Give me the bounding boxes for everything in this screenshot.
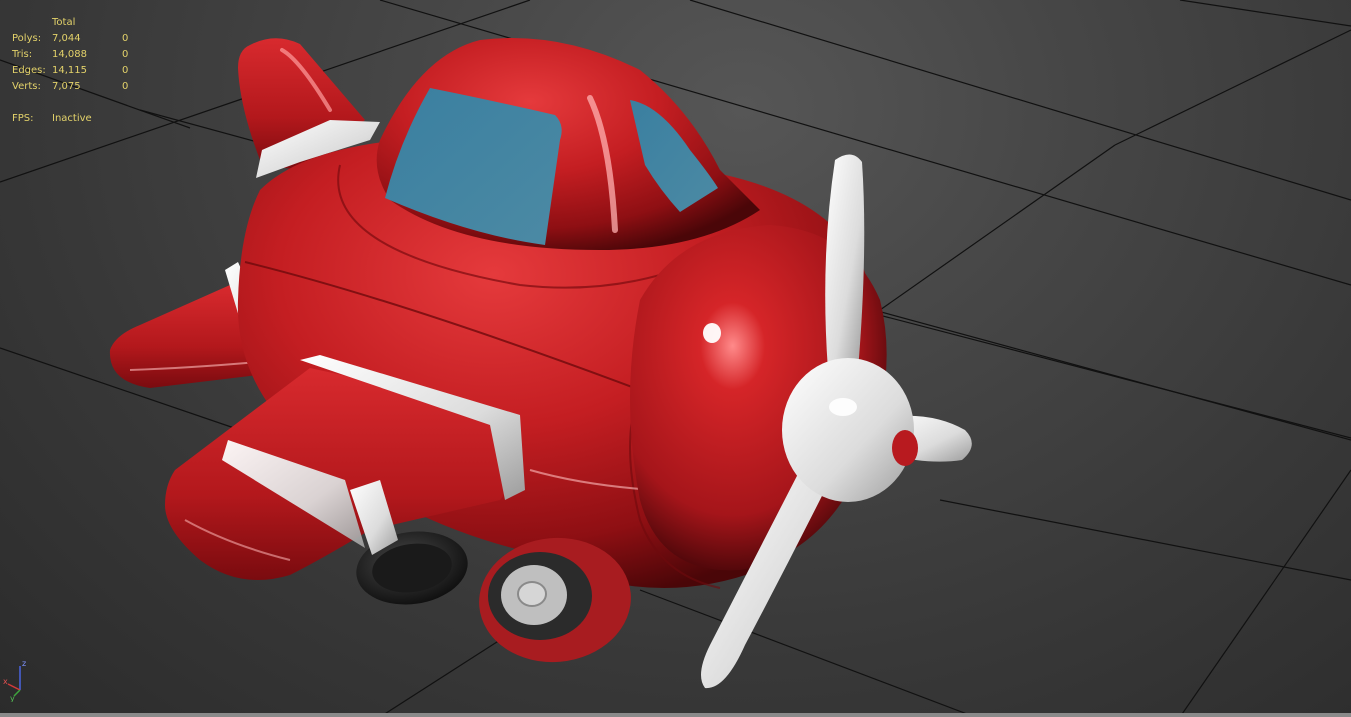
stats-total: 14,088 xyxy=(52,49,87,60)
stats-selected: 0 xyxy=(122,33,129,44)
stats-total: 7,044 xyxy=(52,33,81,44)
stats-label: Polys: xyxy=(12,33,42,44)
fps-label: FPS: xyxy=(12,113,34,124)
stats-label: Verts: xyxy=(12,81,41,92)
x-axis-label: x xyxy=(3,677,8,686)
y-axis-line xyxy=(13,689,21,697)
viewport-bottom-border xyxy=(0,713,1351,717)
perspective-viewport[interactable]: Total Polys: 7,044 0 Tris: 14,088 0 Edge… xyxy=(0,0,1351,717)
fps-value: Inactive xyxy=(52,113,92,124)
stats-selected: 0 xyxy=(122,81,129,92)
axis-gizmo: z x y xyxy=(3,659,26,702)
stats-label: Edges: xyxy=(12,65,46,76)
z-axis-label: z xyxy=(22,659,26,668)
stats-selected: 0 xyxy=(122,49,129,60)
stats-total: 7,075 xyxy=(52,81,81,92)
y-axis-label: y xyxy=(10,694,15,702)
viewport-scene[interactable] xyxy=(0,0,1351,717)
stats-header: Total xyxy=(52,17,76,28)
stats-label: Tris: xyxy=(12,49,33,60)
x-axis-line xyxy=(7,683,21,691)
stats-selected: 0 xyxy=(122,65,129,76)
stats-total: 14,115 xyxy=(52,65,87,76)
